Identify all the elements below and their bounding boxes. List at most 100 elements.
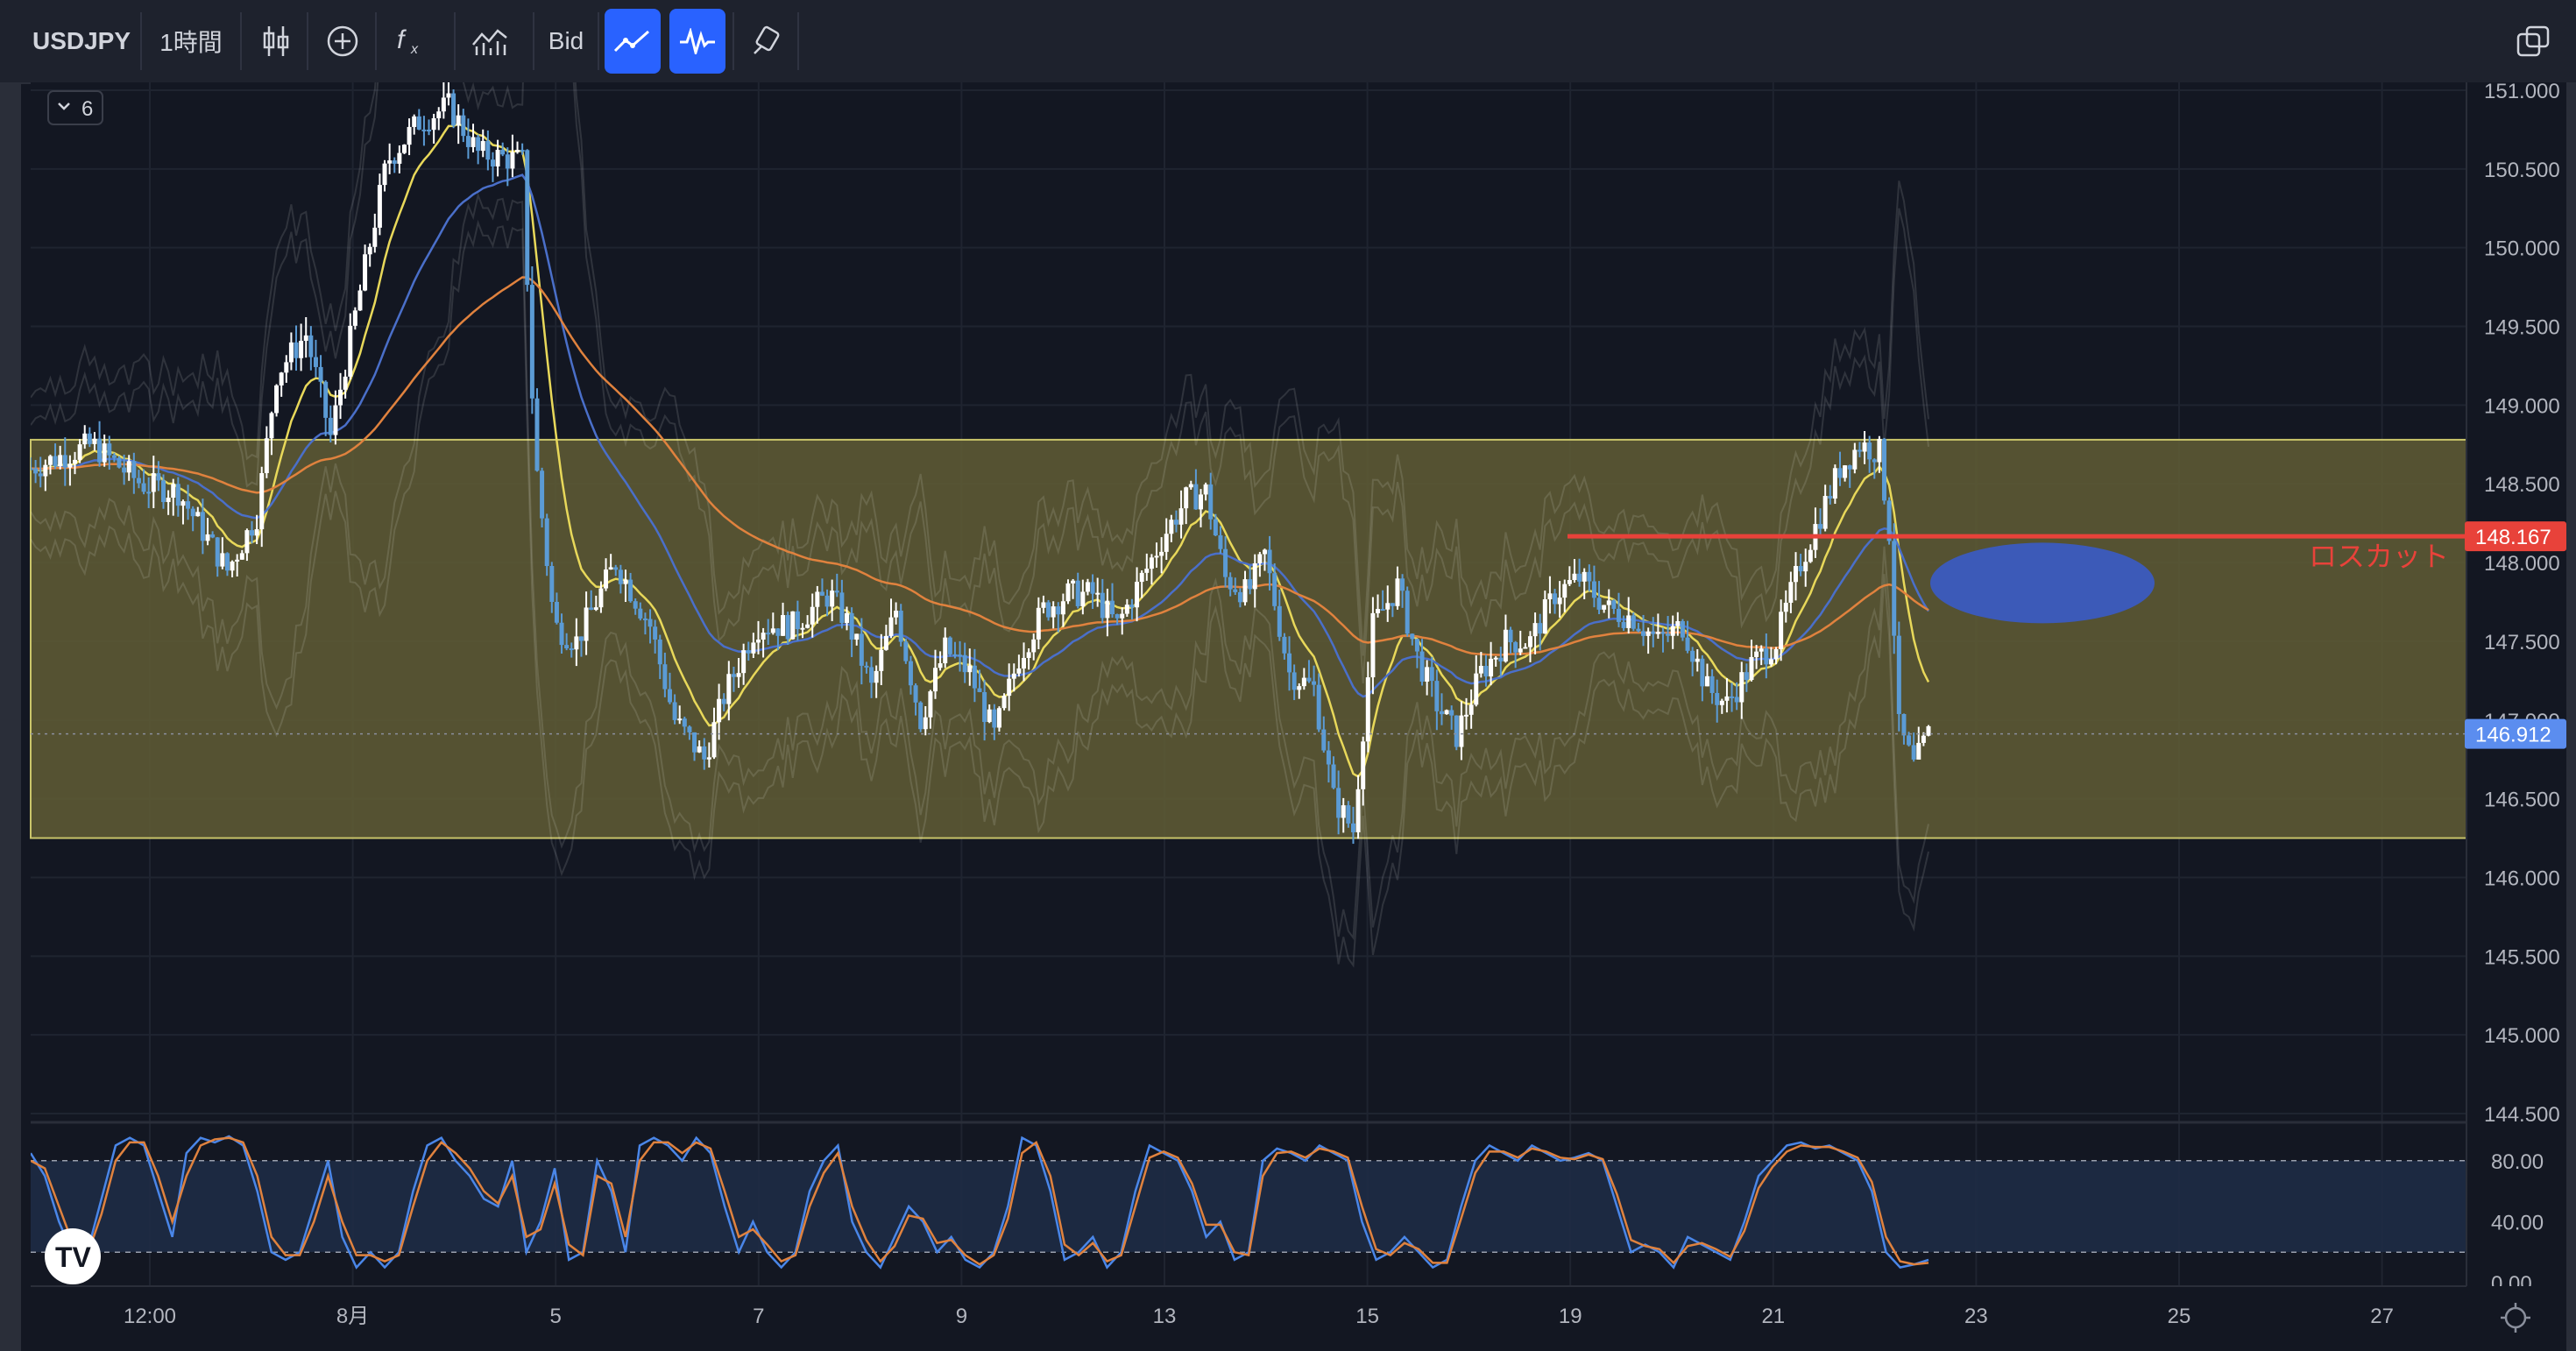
candle-body (1395, 578, 1400, 606)
candle-body (1051, 606, 1056, 618)
stochastic-tick-label: 80.00 (2491, 1150, 2544, 1174)
candle-body (1518, 648, 1523, 653)
compare-icon[interactable] (463, 9, 517, 74)
stochastic-band (31, 1160, 2466, 1253)
candle-body (180, 501, 186, 506)
candle-body (441, 97, 446, 112)
candle-body (392, 160, 397, 164)
toolbar-divider (140, 12, 142, 70)
candle-body (947, 637, 952, 654)
price-tick-label: 147.500 (2484, 631, 2560, 654)
candle-body (721, 698, 726, 704)
candle-body (1405, 591, 1410, 634)
candle-body (525, 150, 530, 286)
candle-body (1468, 704, 1474, 715)
candle-body (1248, 579, 1253, 590)
candle-body (171, 484, 176, 499)
add-indicator-icon[interactable] (315, 9, 370, 74)
target-ellipse[interactable] (1930, 542, 2155, 624)
candle-body (471, 137, 476, 147)
candle-body (343, 376, 348, 390)
candle-body (92, 438, 97, 444)
candle-body (151, 473, 156, 492)
candle-body (1793, 566, 1798, 583)
candle-body (1036, 607, 1041, 640)
interval-button[interactable]: 1時間 (145, 9, 237, 74)
candle-body (795, 611, 800, 630)
candle-body (770, 628, 775, 633)
legend-toggle[interactable]: 6 (47, 90, 103, 125)
candle-body (1730, 696, 1735, 698)
candle-body (1385, 603, 1391, 610)
candle-body (264, 438, 269, 474)
candle-body (235, 559, 240, 562)
oscillator-icon[interactable] (669, 9, 725, 74)
candle-body (1901, 713, 1907, 736)
candle-body (1532, 623, 1538, 637)
candle-body (613, 567, 619, 570)
candle-body (958, 654, 963, 657)
last-price-tag: 146.912 (2465, 718, 2566, 749)
candle-body (1832, 468, 1837, 499)
candle-body (1695, 658, 1700, 662)
fx-icon[interactable]: fx (384, 9, 438, 74)
candle-body (672, 702, 677, 720)
time-tick-label: 21 (1761, 1305, 1785, 1328)
candle-body (1041, 602, 1046, 608)
candle-body (1655, 632, 1660, 634)
candle-body (1213, 519, 1218, 536)
candle-body (1788, 582, 1794, 603)
candle-body (1090, 582, 1095, 594)
candle-body (1365, 677, 1370, 742)
candle-body (62, 455, 67, 468)
candle-body (107, 443, 112, 456)
candle-body (1193, 484, 1199, 510)
candle-body (1626, 615, 1631, 628)
layout-icon[interactable] (2506, 9, 2562, 74)
candle-body (593, 607, 598, 610)
price-tick-label: 149.000 (2484, 394, 2560, 418)
candle-body (854, 633, 860, 640)
symbol-button[interactable]: USDJPY (25, 9, 138, 74)
candle-body (377, 185, 382, 228)
candle-body (1724, 696, 1730, 701)
candle-body (1660, 632, 1666, 634)
candle-body (1577, 573, 1582, 582)
candle-body (333, 405, 338, 435)
chart-canvas[interactable]: ロスカット 151.000 150.500 150.000 149.500 149.00… (21, 82, 2576, 1351)
candle-body (431, 117, 436, 131)
candle-body (254, 529, 259, 536)
trend-line-icon[interactable] (605, 9, 661, 74)
candle-body (1704, 676, 1709, 687)
candle-body (1538, 623, 1543, 634)
candle-body (348, 325, 353, 377)
candle-body (505, 154, 510, 169)
candle-body (554, 602, 559, 623)
candle-body (1542, 599, 1547, 634)
candle-body (1483, 666, 1489, 677)
candle-body (608, 567, 613, 570)
toolbar-divider (375, 12, 377, 70)
brush-icon[interactable] (740, 9, 794, 74)
candle-body (1267, 549, 1272, 574)
toolbar-divider (240, 12, 242, 70)
candle-body (357, 290, 363, 311)
candle-body (1744, 672, 1749, 681)
candle-body (1783, 602, 1788, 612)
candle-body (549, 566, 555, 603)
candle-body (1085, 582, 1090, 592)
candle-body (932, 668, 938, 692)
candles-icon[interactable] (249, 9, 303, 74)
bid-button[interactable]: Bid (540, 9, 592, 74)
candle-body (1301, 677, 1306, 687)
candle-body (224, 553, 230, 571)
candle-body (1513, 642, 1518, 653)
price-tick-label: 144.500 (2484, 1103, 2560, 1127)
candle-body (480, 140, 485, 152)
candle-body (1297, 686, 1302, 690)
candle-body (781, 615, 786, 636)
candle-body (67, 463, 73, 468)
candle-body (569, 647, 574, 650)
candle-body (1326, 750, 1331, 765)
candle-body (1651, 631, 1656, 634)
